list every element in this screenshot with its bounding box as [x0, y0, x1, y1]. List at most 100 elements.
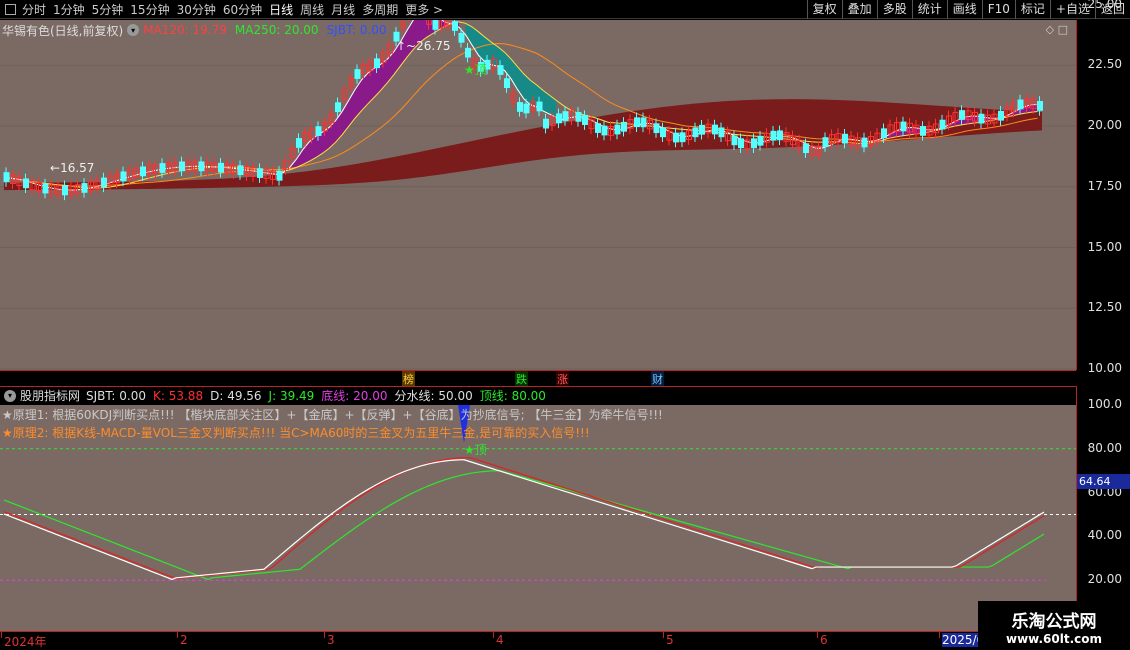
ind-tick-4: 20.00 [1087, 572, 1122, 587]
marker-die[interactable]: 跌 [515, 371, 528, 387]
marker-bang[interactable]: 榜 [402, 371, 415, 387]
period-tab-3[interactable]: 15分钟 [130, 1, 169, 18]
candle [62, 185, 68, 196]
date-tick-0: 2024年 [4, 635, 47, 649]
period-tab-9[interactable]: 多周期 [362, 1, 398, 18]
event-marker-strip: 榜 跌 涨 财 [0, 370, 1076, 387]
period-tab-7[interactable]: 周线 [300, 1, 324, 18]
ma250-label: MA250: 20.00 [234, 23, 319, 37]
candle [959, 110, 965, 120]
current-value-tag: 64.64 [1077, 474, 1130, 490]
candle [276, 170, 283, 181]
top-signal-ind: ★顶 [464, 443, 487, 457]
toolbar-button-2[interactable]: 多股 [876, 0, 912, 19]
price-tick-0: 25.00 [1087, 0, 1122, 11]
period-tab-2[interactable]: 5分钟 [92, 1, 124, 18]
date-tick-mark-5 [817, 632, 818, 638]
sjbt-label: SJBT: 0.00 [326, 23, 387, 37]
period-tab-4[interactable]: 30分钟 [177, 1, 216, 18]
ma120-label: MA120: 19.79 [143, 23, 227, 37]
marker-zhang[interactable]: 涨 [556, 371, 569, 387]
toolbar-button-3[interactable]: 统计 [911, 0, 947, 19]
candle [998, 110, 1004, 121]
candle [3, 172, 10, 182]
candle [777, 130, 783, 141]
candle [582, 115, 588, 125]
ind-tick-0: 100.0 [1087, 397, 1122, 411]
period-tab-10[interactable]: 更多 > [405, 1, 443, 18]
candle [738, 138, 744, 149]
period-tab-6[interactable]: 日线 [269, 1, 293, 18]
candle [653, 123, 660, 134]
toolbar-button-6[interactable]: 标记 [1014, 0, 1050, 19]
marker-cai[interactable]: 财 [651, 371, 664, 387]
candlestick-chart[interactable] [0, 20, 1076, 370]
candle [621, 121, 627, 132]
candle [458, 32, 465, 43]
candle [861, 137, 868, 148]
candle [140, 166, 146, 177]
candle [179, 161, 185, 172]
date-tick-mark-0 [1, 632, 2, 638]
settings-circle-icon[interactable]: ▾ [127, 24, 140, 36]
candle [497, 65, 504, 75]
period-tab-8[interactable]: 月线 [331, 1, 355, 18]
pane-controls: ◇ □ [1046, 23, 1068, 36]
period-tab-1[interactable]: 1分钟 [53, 1, 85, 18]
candle [562, 111, 569, 121]
indicator-settings-icon[interactable]: ▾ [4, 389, 16, 402]
price-tick-4: 15.00 [1087, 239, 1122, 254]
date-tick-1: 2 [180, 633, 188, 647]
date-tick-mark-3 [493, 632, 494, 638]
toolbar-button-1[interactable]: 叠加 [841, 0, 877, 19]
candle [42, 183, 49, 194]
d-value: D: 49.56 [210, 388, 262, 403]
date-tick-3: 4 [496, 633, 504, 647]
candle [504, 78, 510, 89]
top-signal-main: ★顶 [464, 63, 487, 77]
ma-ribbon [4, 99, 1042, 191]
candle [1017, 99, 1024, 110]
date-tick-5: 6 [820, 633, 828, 647]
candle [614, 124, 621, 135]
candle [822, 137, 829, 147]
high-price-value: 26.75 [416, 39, 451, 53]
top-line-value: 顶线: 80.00 [479, 389, 546, 403]
main-price-axis: 25.0022.5020.0017.5015.0012.5010.007.505… [1076, 0, 1130, 497]
toolbar-button-4[interactable]: 画线 [946, 0, 982, 19]
date-tick-mark-1 [177, 632, 178, 638]
candle [673, 132, 679, 143]
candle [731, 135, 738, 146]
candle [751, 138, 757, 149]
watermark: 乐淘公式网 www.60lt.com [978, 601, 1130, 650]
candle [770, 130, 777, 141]
candle [257, 168, 263, 178]
candle [517, 102, 523, 112]
close-icon[interactable]: □ [1058, 23, 1068, 36]
candle [881, 128, 887, 139]
candle [939, 119, 946, 130]
candle [354, 69, 361, 79]
price-tick-2: 20.00 [1087, 118, 1122, 132]
toggle-square-icon[interactable] [5, 4, 16, 15]
indicator-pane[interactable]: ★原理1: 根据60KDJ判断买点!!! 【楷块底部关注区】+【金底】+【反弹】… [0, 405, 1076, 631]
watermark-url: www.60lt.com [1005, 632, 1103, 646]
candle [712, 124, 718, 135]
candle [595, 123, 601, 133]
d-line [3, 470, 1045, 581]
candle [543, 118, 549, 129]
diamond-icon[interactable]: ◇ [1046, 23, 1054, 36]
period-toolbar: 分时 1分钟 5分钟 15分钟 30分钟 60分钟 日线 周线 月线 多周期 更多 > 复权 叠加 多股… [0, 0, 1130, 19]
period-tab-0[interactable]: 分时 [22, 1, 46, 18]
candle [679, 132, 686, 143]
k-value: K: 53.88 [153, 388, 204, 403]
period-tab-5[interactable]: 60分钟 [223, 1, 262, 18]
top-signal-ind-label: 顶 [474, 443, 487, 457]
indicator-axis: 100.0 80.00 60.00 40.00 20.00 64.64 [1076, 386, 1130, 631]
candle [101, 177, 107, 188]
toolbar-button-0[interactable]: 复权 [806, 0, 842, 19]
trading-app: { "toolbar": { "periods": ["分时","1分钟","5… [0, 0, 1130, 650]
indicator-name[interactable]: 股朋指标网 [20, 387, 80, 404]
main-chart-pane[interactable]: 华锡有色(日线,前复权) ▾ MA120: 19.79 MA250: 20.00… [0, 20, 1076, 370]
toolbar-button-5[interactable]: F10 [981, 0, 1015, 19]
